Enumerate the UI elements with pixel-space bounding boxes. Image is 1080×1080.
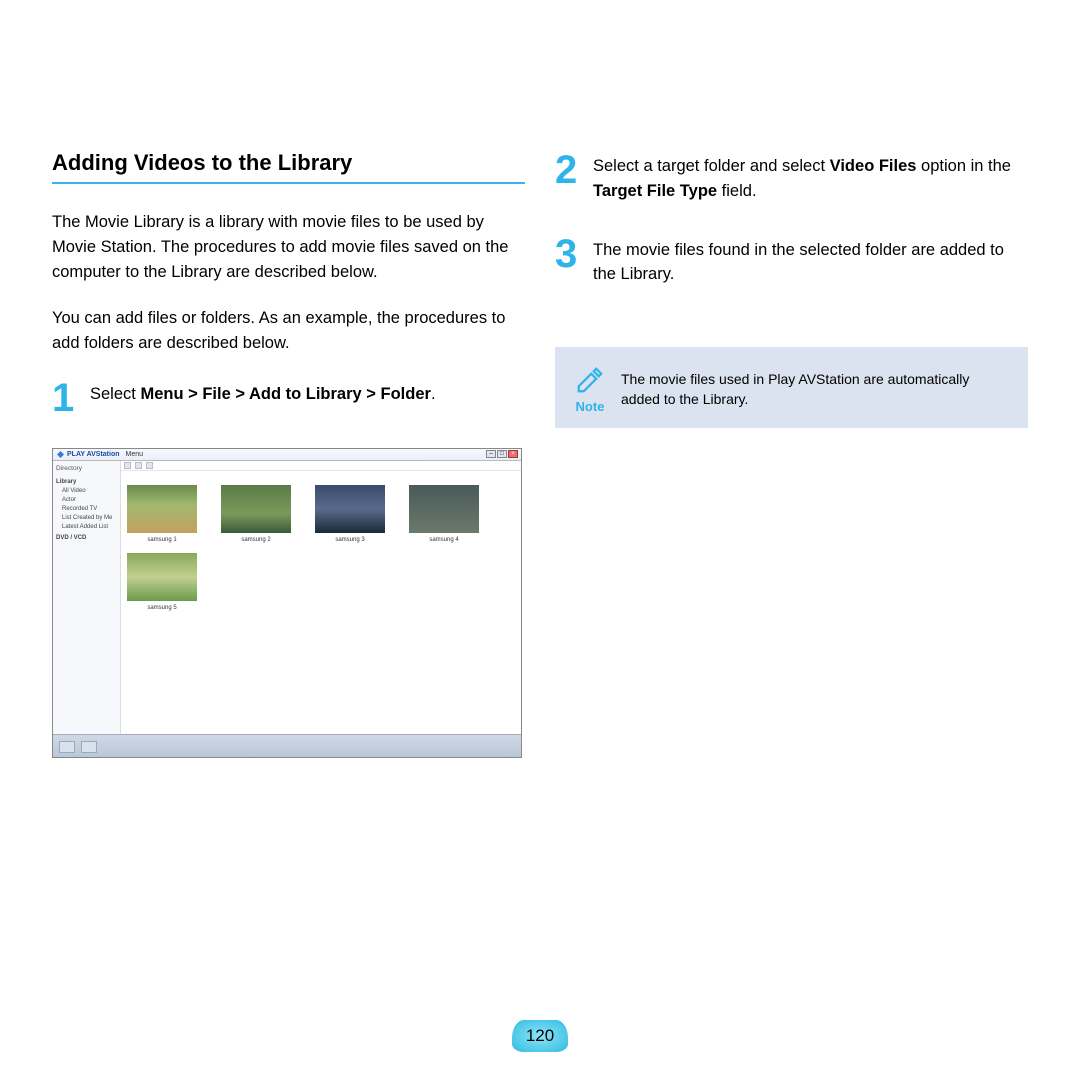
thumbnail-image	[409, 485, 479, 533]
status-button[interactable]	[59, 741, 75, 753]
tree-item[interactable]: Recorded TV	[56, 505, 117, 514]
thumbnail-label: samsung 4	[429, 537, 458, 543]
screenshot-toolbar	[121, 461, 521, 471]
thumbnail-grid: samsung 1 samsung 2 samsung 3 samsung 4 …	[121, 471, 521, 625]
tree-item[interactable]: Latest Added List	[56, 523, 117, 532]
step-2-post: field.	[717, 182, 756, 200]
screenshot-menu-label[interactable]: Menu	[126, 451, 144, 458]
maximize-button[interactable]: □	[497, 450, 507, 458]
screenshot-sidebar: Directory Library All Video Actor Record…	[53, 461, 121, 734]
directory-tree: Library All Video Actor Recorded TV List…	[56, 478, 117, 543]
tree-item-dvd[interactable]: DVD / VCD	[56, 534, 117, 543]
step-2: 2 Select a target folder and select Vide…	[555, 150, 1028, 204]
page-number: 120	[512, 1020, 568, 1052]
note-box: Note The movie files used in Play AVStat…	[555, 347, 1028, 428]
thumbnail-image	[127, 485, 197, 533]
step-2-text: Select a target folder and select Video …	[593, 150, 1028, 204]
screenshot-main: samsung 1 samsung 2 samsung 3 samsung 4 …	[121, 461, 521, 696]
directory-label: Directory	[56, 465, 117, 472]
tree-item[interactable]: All Video	[56, 487, 117, 496]
step-1-text: Select Menu > File > Add to Library > Fo…	[90, 378, 436, 407]
step-2-number: 2	[555, 150, 581, 190]
step-3-text: The movie files found in the selected fo…	[593, 234, 1028, 288]
tree-item[interactable]: Actor	[56, 496, 117, 505]
step-2-bold2: Target File Type	[593, 182, 717, 200]
thumbnail-image	[127, 553, 197, 601]
screenshot-app-title: PLAY AVStation	[57, 451, 120, 458]
toolbar-button[interactable]	[146, 462, 153, 469]
thumbnail-image	[221, 485, 291, 533]
step-2-mid: option in the	[916, 157, 1011, 175]
note-text: The movie files used in Play AVStation a…	[621, 370, 1008, 409]
window-buttons: – □ ×	[486, 450, 518, 458]
toolbar-button[interactable]	[135, 462, 142, 469]
thumbnail-label: samsung 3	[335, 537, 364, 543]
thumbnail-label: samsung 5	[147, 605, 176, 611]
step-1-bold: Menu > File > Add to Library > Folder	[140, 385, 430, 403]
video-thumbnail[interactable]: samsung 2	[221, 485, 291, 543]
intro-paragraph-2: You can add files or folders. As an exam…	[52, 306, 525, 356]
screenshot-statusbar	[53, 734, 521, 758]
thumbnail-label: samsung 1	[147, 537, 176, 543]
step-3-number: 3	[555, 234, 581, 274]
step-1-number: 1	[52, 378, 78, 418]
step-1-pre: Select	[90, 385, 140, 403]
screenshot-app-title-text: PLAY AVStation	[67, 451, 120, 458]
thumbnail-image	[315, 485, 385, 533]
minimize-button[interactable]: –	[486, 450, 496, 458]
app-logo-icon	[57, 451, 64, 458]
pencil-icon	[575, 365, 605, 395]
toolbar-button[interactable]	[124, 462, 131, 469]
tree-root[interactable]: Library	[56, 478, 117, 487]
step-3: 3 The movie files found in the selected …	[555, 234, 1028, 288]
thumbnail-label: samsung 2	[241, 537, 270, 543]
video-thumbnail[interactable]: samsung 1	[127, 485, 197, 543]
app-screenshot: PLAY AVStation Menu – □ × File(F)▸ Edit(…	[52, 448, 522, 758]
intro-paragraph-1: The Movie Library is a library with movi…	[52, 210, 525, 284]
step-1-post: .	[431, 385, 436, 403]
close-button[interactable]: ×	[508, 450, 518, 458]
video-thumbnail[interactable]: samsung 3	[315, 485, 385, 543]
video-thumbnail[interactable]: samsung 5	[127, 553, 197, 611]
section-title: Adding Videos to the Library	[52, 150, 525, 184]
step-2-pre: Select a target folder and select	[593, 157, 830, 175]
screenshot-titlebar: PLAY AVStation Menu – □ ×	[53, 449, 521, 461]
note-icon-wrap: Note	[575, 365, 605, 414]
tree-item[interactable]: List Created by Me	[56, 514, 117, 523]
screenshot-body: Directory Library All Video Actor Record…	[53, 461, 521, 734]
note-label: Note	[576, 399, 605, 414]
step-1: 1 Select Menu > File > Add to Library > …	[52, 378, 525, 418]
step-2-bold1: Video Files	[830, 157, 917, 175]
video-thumbnail[interactable]: samsung 4	[409, 485, 479, 543]
status-button[interactable]	[81, 741, 97, 753]
